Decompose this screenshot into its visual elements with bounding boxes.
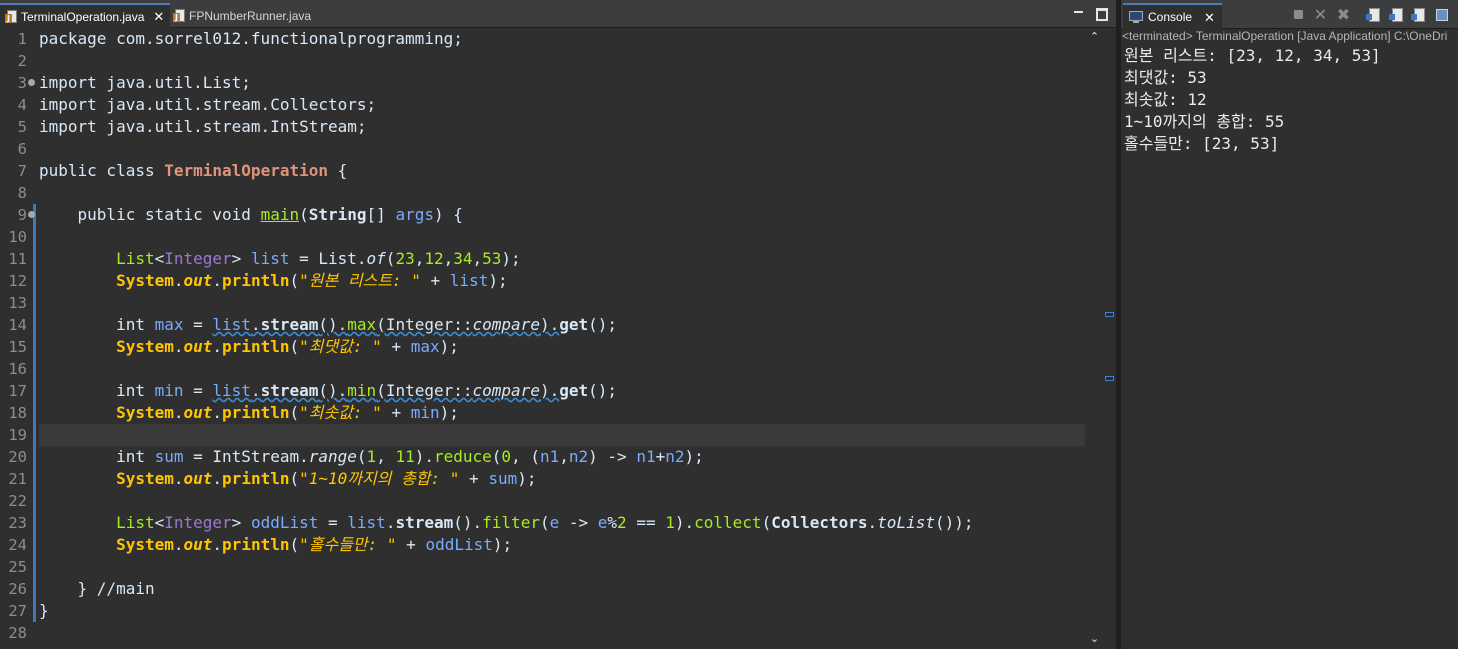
code-line-14: int max = list.stream().max(Integer::com… (39, 315, 618, 334)
line-number: 3 (17, 74, 27, 92)
code-line-12: System.out.println("원본 리스트: " + list); (116, 271, 508, 290)
fold-toggle-icon[interactable] (28, 211, 35, 218)
minimize-icon[interactable] (1073, 5, 1085, 19)
line-number: 1 (17, 30, 27, 48)
line-number: 5 (17, 118, 27, 136)
code-line-17: int min = list.stream().min(Integer::com… (39, 381, 618, 400)
console-launch-header: <terminated> TerminalOperation [Java App… (1122, 29, 1448, 43)
line-number: 17 (8, 382, 27, 400)
tab-terminal-operation[interactable]: J TerminalOperation.java ✕ (0, 3, 171, 28)
line-number: 11 (8, 250, 27, 268)
line-number-gutter: 1 2 3 4 5 6 7 8 9 10 11 12 13 14 15 16 1… (0, 28, 38, 649)
remove-launch-icon[interactable]: ✕ (1313, 7, 1328, 23)
overview-ruler[interactable] (1103, 28, 1116, 649)
code-line-3: import java.util.List; (39, 73, 251, 92)
code-line-18: System.out.println("최솟값: " + min); (116, 403, 459, 422)
console-output-line: 홀수들만: [23, 53] (1124, 134, 1280, 153)
tab-fp-number-runner[interactable]: J FPNumberRunner.java (168, 4, 317, 27)
occurrence-marker[interactable] (1105, 312, 1114, 317)
java-file-icon: J (173, 8, 186, 23)
code-line-11: List<Integer> list = List.of(23,12,34,53… (116, 249, 521, 268)
terminate-icon[interactable] (1291, 7, 1306, 22)
console-tab-bar: Console ✕ ✕ ✖ (1121, 0, 1458, 29)
line-number: 19 (8, 426, 27, 444)
line-number: 20 (8, 448, 27, 466)
line-number: 23 (8, 514, 27, 532)
line-number: 9 (17, 206, 27, 224)
line-number: 16 (8, 360, 27, 378)
line-number: 4 (17, 96, 27, 114)
line-number: 8 (17, 184, 27, 202)
line-number: 13 (8, 294, 27, 312)
console-output-line: 최솟값: 12 (1124, 90, 1207, 109)
line-number: 2 (17, 52, 27, 70)
occurrence-marker[interactable] (1105, 376, 1114, 381)
close-icon[interactable]: ✕ (1204, 11, 1215, 24)
console-output-line: 최댓값: 53 (1124, 68, 1207, 87)
line-number: 24 (8, 536, 27, 554)
line-number: 22 (8, 492, 27, 510)
editor-vertical-scrollbar[interactable]: ⌃ ⌄ (1086, 28, 1103, 649)
line-number: 7 (17, 162, 27, 180)
editor-tab-bar: J TerminalOperation.java ✕ J FPNumberRun… (0, 0, 1116, 28)
line-number: 15 (8, 338, 27, 356)
show-console-icon[interactable] (1411, 7, 1426, 22)
tab-label: TerminalOperation.java (21, 9, 145, 24)
line-number: 25 (8, 558, 27, 576)
scroll-up-arrow-icon[interactable]: ⌃ (1089, 31, 1100, 42)
line-number: 26 (8, 580, 27, 598)
line-number: 10 (8, 228, 27, 246)
code-line-5: import java.util.stream.IntStream; (39, 117, 367, 136)
console-output-line: 원본 리스트: [23, 12, 34, 53] (1124, 46, 1381, 65)
line-number: 14 (8, 316, 27, 334)
code-line-15: System.out.println("최댓값: " + max); (116, 337, 459, 356)
console-tab-label: Console (1148, 10, 1193, 24)
tab-label: FPNumberRunner.java (189, 8, 312, 23)
code-line-24: System.out.println("홀수들만: " + oddList); (116, 535, 513, 554)
word-wrap-icon[interactable] (1389, 7, 1404, 22)
close-icon[interactable]: ✕ (153, 10, 164, 23)
line-number: 28 (8, 624, 27, 642)
change-bar (33, 204, 36, 622)
code-line-20: int sum = IntStream.range(1, 11).reduce(… (39, 447, 704, 466)
fold-toggle-icon[interactable] (28, 79, 35, 86)
code-line-9: public static void main(String[] args) { (39, 205, 463, 224)
pin-console-icon[interactable] (1434, 7, 1449, 22)
code-line-21: System.out.println("1~10까지의 총합: " + sum)… (116, 469, 537, 488)
editor-pane: J TerminalOperation.java ✕ J FPNumberRun… (0, 0, 1116, 649)
line-number: 21 (8, 470, 27, 488)
tab-console[interactable]: Console ✕ (1123, 3, 1222, 29)
line-number: 12 (8, 272, 27, 290)
console-icon (1129, 11, 1143, 23)
code-line-26: } //main (39, 579, 155, 598)
code-line-7: public class TerminalOperation { (39, 161, 348, 180)
code-line-23: List<Integer> oddList = list.stream().fi… (116, 513, 974, 532)
scroll-down-arrow-icon[interactable]: ⌄ (1089, 633, 1100, 644)
java-file-icon: J (5, 9, 18, 24)
line-number: 27 (8, 602, 27, 620)
remove-all-icon[interactable]: ✖ (1336, 7, 1351, 23)
console-output-line: 1~10까지의 총합: 55 (1124, 112, 1285, 131)
maximize-icon[interactable] (1095, 5, 1108, 21)
code-line-1: package com.sorrel012.functionalprogramm… (39, 29, 463, 48)
line-number: 6 (17, 140, 27, 158)
code-editor[interactable]: package com.sorrel012.functionalprogramm… (39, 28, 1085, 649)
code-line-4: import java.util.stream.Collectors; (39, 95, 377, 114)
code-line-27: } (39, 601, 49, 620)
console-pane: Console ✕ ✕ ✖ <terminated> TerminalOpera… (1121, 0, 1458, 649)
line-number: 18 (8, 404, 27, 422)
scroll-lock-icon[interactable] (1366, 7, 1381, 22)
